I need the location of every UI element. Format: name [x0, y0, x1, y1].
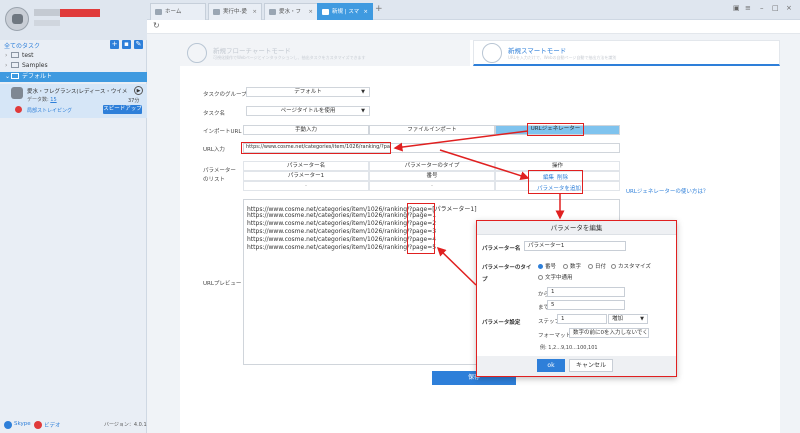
annotation-arrows	[393, 130, 565, 286]
arrow-to-ops	[439, 149, 530, 181]
arrow-to-url	[393, 130, 529, 152]
arrow-to-preview	[436, 246, 477, 286]
